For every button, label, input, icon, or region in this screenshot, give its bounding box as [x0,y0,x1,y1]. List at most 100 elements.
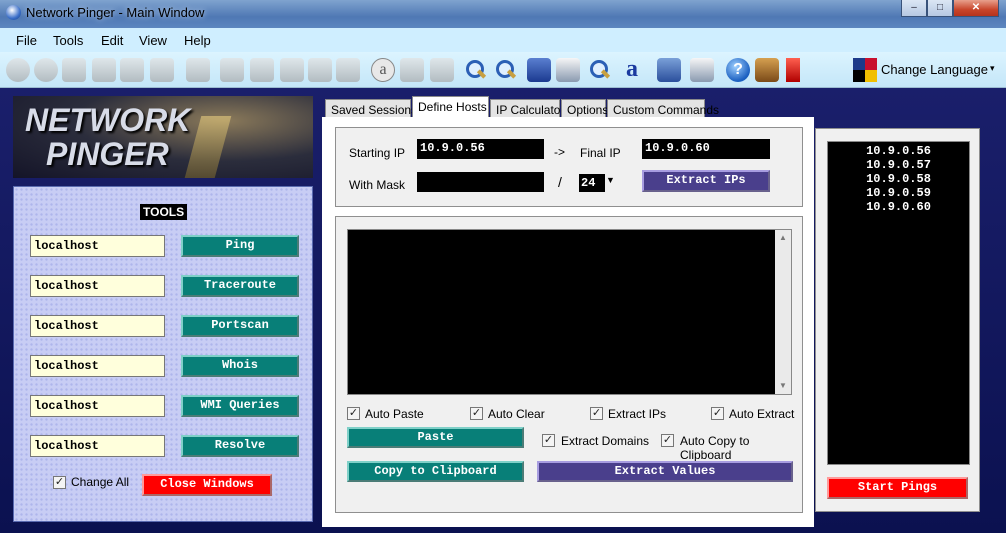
printer-icon[interactable] [690,58,714,82]
scroll-up-icon[interactable]: ▲ [775,230,791,246]
menu-view[interactable]: View [139,33,167,48]
tools-header: TOOLS [140,204,188,220]
textarea-scrollbar[interactable]: ▲ ▼ [775,230,791,394]
list-item[interactable]: 10.9.0.60 [828,200,969,214]
resolve-button[interactable]: Resolve [181,435,299,457]
exit-door-icon[interactable] [786,58,806,82]
extract-ips-button[interactable]: Extract IPs [642,170,770,192]
tab-define-hosts[interactable]: Define Hosts [412,96,489,119]
copy-icon[interactable] [556,58,580,82]
app-globe-icon [6,5,21,20]
cidr-select[interactable]: 24 [579,174,605,192]
extract-values-button[interactable]: Extract Values [537,461,793,482]
cidr-slash: / [558,174,562,190]
auto-clear-checkbox[interactable]: ✓ [470,407,483,420]
with-mask-label: With Mask [349,178,406,192]
final-ip-input[interactable]: 10.9.0.60 [642,139,770,159]
scroll-down-icon[interactable]: ▼ [775,378,791,394]
tab-custom-commands[interactable]: Custom Commands [607,99,719,119]
grid-icon[interactable] [120,58,144,82]
menu-file[interactable]: File [16,33,37,48]
menu-edit[interactable]: Edit [101,33,123,48]
help-icon[interactable]: ? [726,58,750,82]
document-icon[interactable] [92,58,116,82]
change-all-checkbox[interactable]: ✓ [53,476,66,489]
list-item[interactable]: 10.9.0.56 [828,144,969,158]
traceroute-button[interactable]: Traceroute [181,275,299,297]
monitor-icon[interactable] [280,58,304,82]
maximize-button[interactable]: □ [927,0,953,17]
logo-line-2: PINGER [46,136,169,172]
starting-ip-input[interactable]: 10.9.0.56 [417,139,544,159]
start-pings-button[interactable]: Start Pings [827,477,968,499]
find-icon[interactable] [588,58,612,82]
magnifier-next-icon[interactable] [494,58,518,82]
portscan-host-input[interactable]: localhost [30,315,165,337]
auto-paste-label: Auto Paste [365,407,424,421]
wmi-host-input[interactable]: localhost [30,395,165,417]
mask-input[interactable] [417,172,544,192]
tab-ip-calculator[interactable]: IP Calculator [490,99,564,119]
bank-icon[interactable] [400,58,424,82]
stack-icon[interactable] [527,58,551,82]
main-area: NETWORK PINGER TOOLS localhost Ping loca… [0,88,1006,533]
list-item[interactable]: 10.9.0.57 [828,158,969,172]
change-language-label[interactable]: Change Language [881,62,988,77]
money-icon[interactable] [430,58,454,82]
wmi-icon[interactable] [150,58,174,82]
magnifier-icon[interactable] [464,58,488,82]
tab-saved-sessions[interactable]: Saved Sessions [325,99,417,119]
host-list[interactable]: 10.9.0.56 10.9.0.57 10.9.0.58 10.9.0.59 … [827,141,970,465]
menu-tools[interactable]: Tools [53,33,83,48]
close-windows-button[interactable]: Close Windows [142,474,272,496]
search-globe-icon[interactable] [34,58,58,82]
settings-icon[interactable] [755,58,779,82]
paste-extract-group: ▲ ▼ ✓ Auto Paste ✓ Auto Clear ✓ Extract … [335,216,803,513]
tab-options[interactable]: Options [561,99,608,119]
whois-host-input[interactable]: localhost [30,355,165,377]
auto-copy-label: Auto Copy to Clipboard [680,434,750,462]
close-button[interactable]: ✕ [953,0,999,17]
auto-paste-checkbox[interactable]: ✓ [347,407,360,420]
wmi-queries-button[interactable]: WMI Queries [181,395,299,417]
chevron-down-icon[interactable]: ▾ [990,63,995,74]
list-item[interactable]: 10.9.0.59 [828,186,969,200]
traceroute-host-input[interactable]: localhost [30,275,165,297]
paste-textarea[interactable]: ▲ ▼ [347,229,792,395]
list-item[interactable]: 10.9.0.58 [828,172,969,186]
font-icon[interactable]: a [620,57,644,82]
network-pinger-logo: NETWORK PINGER [13,96,313,178]
whois-button[interactable]: Whois [181,355,299,377]
auto-copy-checkbox[interactable]: ✓ [661,434,674,447]
amazon-icon[interactable]: a [371,58,395,82]
title-bar: Network Pinger - Main Window ‒ □ ✕ [0,0,1006,28]
portscan-button[interactable]: Portscan [181,315,299,337]
ping-host-input[interactable]: localhost [30,235,165,257]
copy-to-clipboard-button[interactable]: Copy to Clipboard [347,461,524,482]
auto-extract-checkbox[interactable]: ✓ [711,407,724,420]
paste-button[interactable]: Paste [347,427,524,448]
save-icon[interactable] [657,58,681,82]
flashlight-icon[interactable] [336,58,360,82]
ping-button[interactable]: Ping [181,235,299,257]
wand-icon[interactable] [308,58,332,82]
cidr-dropdown-icon[interactable]: ▼ [606,175,620,193]
menu-help[interactable]: Help [184,33,211,48]
extract-domains-checkbox[interactable]: ✓ [542,434,555,447]
language-selector[interactable]: Change Language ▾ [853,58,1001,82]
final-ip-label: Final IP [580,146,621,160]
window-title: Network Pinger - Main Window [26,5,205,20]
hand-icon[interactable] [250,58,274,82]
resolve-host-input[interactable]: localhost [30,435,165,457]
range-arrow: -> [554,145,566,159]
ship-icon[interactable] [186,58,210,82]
change-all-label: Change All [71,475,130,489]
connect-icon[interactable] [220,58,244,82]
auto-clear-label: Auto Clear [488,407,545,421]
target-icon[interactable] [6,58,30,82]
flags-icon [853,58,877,82]
minimize-button[interactable]: ‒ [901,0,927,17]
extract-ips-checkbox[interactable]: ✓ [590,407,603,420]
network-icon[interactable] [62,58,86,82]
auto-extract-label: Auto Extract [729,407,795,421]
